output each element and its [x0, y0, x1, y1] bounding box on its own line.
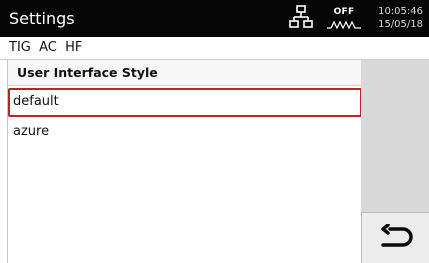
- power-status: OFF: [325, 4, 363, 32]
- wave-icon: [327, 20, 361, 30]
- network-icon: [289, 5, 313, 28]
- settings-panel: User Interface Style default azure: [7, 60, 362, 263]
- process-mode: TIG AC HF: [9, 40, 83, 55]
- window-title: Settings: [9, 9, 75, 28]
- title-bar: Settings OFF 10:05:46 15/05/18: [0, 0, 429, 37]
- back-button[interactable]: [361, 212, 429, 263]
- list-item-default[interactable]: default: [8, 88, 362, 117]
- clock-time: 10:05:46: [378, 6, 423, 17]
- status-off-label: OFF: [333, 7, 355, 17]
- list-item-label: default: [13, 94, 59, 109]
- clock-date: 15/05/18: [378, 19, 423, 30]
- panel-title: User Interface Style: [17, 65, 158, 80]
- list-item-azure[interactable]: azure: [8, 118, 362, 147]
- list-item-label: azure: [13, 124, 50, 139]
- return-arrow-icon: [381, 224, 413, 247]
- panel-header: User Interface Style: [8, 60, 362, 86]
- clock: 10:05:46 15/05/18: [363, 5, 423, 31]
- mode-bar: TIG AC HF: [0, 37, 429, 60]
